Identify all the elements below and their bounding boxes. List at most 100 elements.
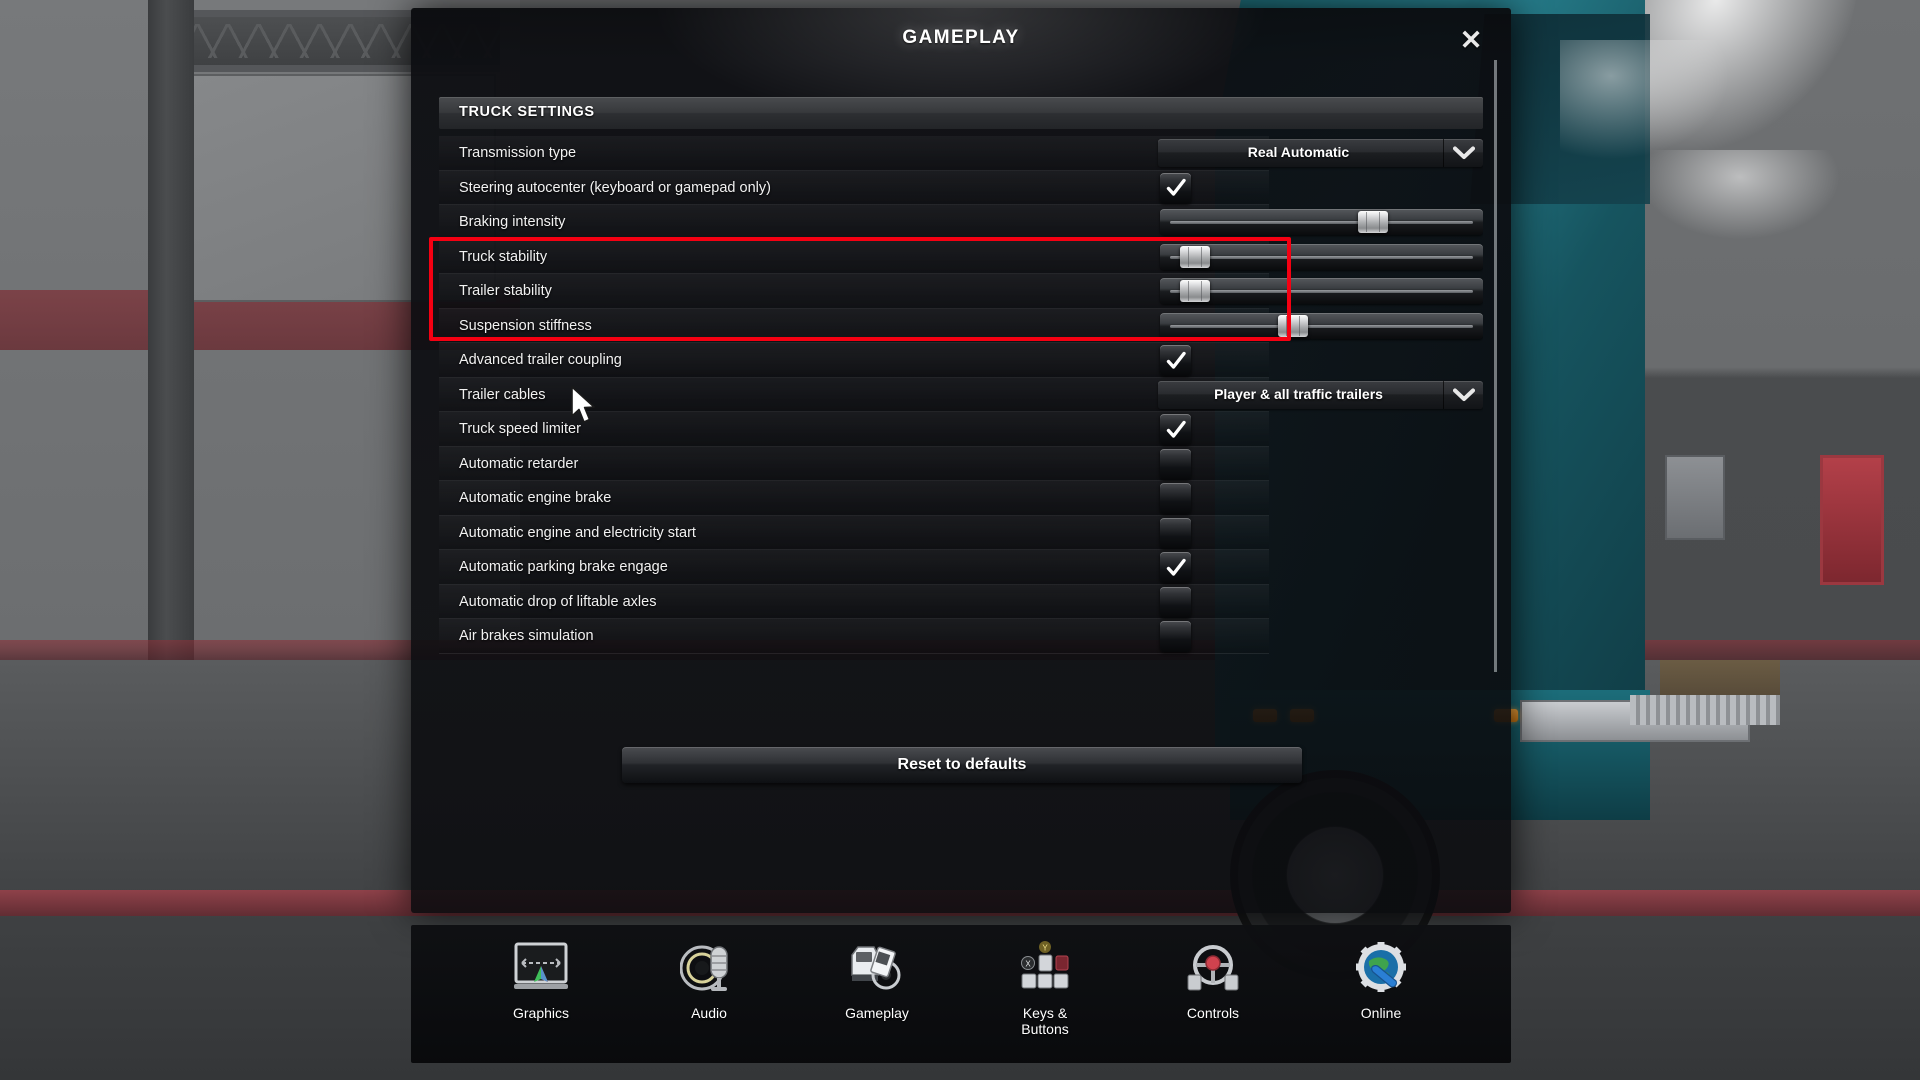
- check-icon: [1160, 414, 1191, 445]
- setting-label: Trailer cables: [459, 386, 546, 403]
- row-background: [439, 377, 1269, 412]
- globe-gear-icon[interactable]: [1350, 937, 1412, 999]
- setting-control: [1158, 240, 1483, 275]
- setting-row: Automatic engine and electricity start: [439, 515, 1483, 551]
- slider-track: [1170, 324, 1473, 328]
- section-header-truck-settings: TRUCK SETTINGS: [439, 97, 1483, 129]
- tab-label: Online: [1360, 1005, 1402, 1021]
- setting-label: Braking intensity: [459, 214, 566, 230]
- checkbox-automatic-parking-brake-engage[interactable]: [1160, 552, 1191, 583]
- setting-row: Air brakes simulation: [439, 619, 1483, 654]
- setting-control: Real Automatic: [1158, 136, 1483, 171]
- setting-control: [1158, 447, 1483, 482]
- check-icon: [1160, 173, 1191, 204]
- slider-track: [1170, 290, 1473, 293]
- tab-label: Keys & Buttons: [1021, 1005, 1069, 1038]
- slider-braking-intensity[interactable]: [1160, 209, 1483, 235]
- dropdown-transmission-type[interactable]: Real Automatic: [1158, 139, 1483, 167]
- setting-control: Player & all traffic trailers: [1158, 378, 1483, 413]
- dropdown-trailer-cables[interactable]: Player & all traffic trailers: [1158, 380, 1483, 409]
- setting-control: [1158, 343, 1483, 378]
- checkbox-truck-speed-limiter[interactable]: [1160, 414, 1191, 445]
- setting-label: Air brakes simulation: [459, 628, 594, 644]
- tab-label: Audio: [691, 1005, 727, 1021]
- checkbox-steering-autocenter-keyboard-or-gamepad-only-[interactable]: [1160, 172, 1191, 204]
- setting-control: [1158, 309, 1483, 344]
- setting-control: [1158, 585, 1483, 620]
- slider-trailer-stability[interactable]: [1160, 278, 1483, 304]
- slider-handle[interactable]: [1180, 280, 1211, 302]
- setting-label: Truck speed limiter: [459, 421, 581, 437]
- setting-row: Truck stability: [439, 239, 1483, 275]
- setting-row: Steering autocenter (keyboard or gamepad…: [439, 170, 1483, 206]
- checkbox-automatic-drop-of-liftable-axles[interactable]: [1160, 586, 1191, 618]
- monitor-icon[interactable]: [510, 937, 572, 999]
- steering-wheel-icon[interactable]: [1182, 937, 1244, 999]
- tab-keys-buttons[interactable]: Y X Keys & Buttons: [985, 937, 1105, 1037]
- reset-button-label: Reset to defaults: [897, 756, 1027, 773]
- chevron-down-icon[interactable]: [1443, 139, 1483, 167]
- tab-audio[interactable]: Audio: [649, 937, 769, 1021]
- setting-label: Automatic engine brake: [459, 490, 612, 506]
- tab-label: Gameplay: [845, 1005, 909, 1021]
- dialog-titlebar: GAMEPLAY ✕: [411, 8, 1511, 128]
- setting-control: [1158, 516, 1483, 551]
- slider-handle[interactable]: [1358, 211, 1389, 233]
- tab-controls[interactable]: Controls: [1153, 937, 1273, 1021]
- tab-online[interactable]: Online: [1321, 937, 1441, 1021]
- setting-control: [1158, 481, 1483, 516]
- slider-handle[interactable]: [1277, 314, 1308, 337]
- setting-label: Automatic engine and electricity start: [459, 524, 696, 541]
- setting-row: Automatic engine brake: [439, 481, 1483, 516]
- ceiling-light-secondary: [1640, 150, 1840, 240]
- reset-to-defaults-button[interactable]: Reset to defaults: [622, 747, 1302, 783]
- setting-row: Braking intensity: [439, 205, 1483, 240]
- truck-icon[interactable]: [846, 937, 908, 999]
- setting-control: [1158, 205, 1483, 240]
- section-header-label: TRUCK SETTINGS: [459, 104, 595, 120]
- slider-suspension-stiffness[interactable]: [1160, 312, 1483, 339]
- setting-row: Truck speed limiter: [439, 412, 1483, 447]
- checkbox-automatic-engine-brake[interactable]: [1160, 483, 1191, 514]
- wall-box: [1665, 455, 1725, 540]
- setting-row: Suspension stiffness: [439, 308, 1483, 344]
- close-icon[interactable]: ✕: [1453, 22, 1489, 58]
- checkbox-air-brakes-simulation[interactable]: [1160, 621, 1191, 652]
- setting-row: Transmission type Real Automatic: [439, 136, 1483, 171]
- settings-list: Transmission type Real Automatic Steering …: [439, 136, 1483, 671]
- setting-control: [1158, 619, 1483, 654]
- slider-track: [1170, 221, 1473, 224]
- tab-label: Controls: [1186, 1005, 1240, 1021]
- slider-handle[interactable]: [1180, 245, 1211, 268]
- checkbox-advanced-trailer-coupling[interactable]: [1160, 345, 1191, 376]
- keyboard-keys-icon[interactable]: YX: [1014, 937, 1076, 999]
- tab-graphics[interactable]: Graphics: [481, 937, 601, 1021]
- tab-gameplay[interactable]: Gameplay: [817, 937, 937, 1021]
- svg-text:Y: Y: [1042, 944, 1048, 953]
- page-title: GAMEPLAY: [902, 27, 1020, 48]
- setting-row: Automatic retarder: [439, 446, 1483, 482]
- scrollbar[interactable]: [1494, 60, 1497, 672]
- setting-label: Transmission type: [459, 145, 577, 161]
- setting-control: [1158, 171, 1483, 206]
- setting-row: Advanced trailer coupling: [439, 343, 1483, 378]
- checkbox-automatic-retarder[interactable]: [1160, 448, 1191, 480]
- slider-truck-stability[interactable]: [1160, 243, 1483, 270]
- truck-step-grate: [1630, 695, 1780, 725]
- svg-text:X: X: [1025, 960, 1031, 969]
- setting-row: Automatic drop of liftable axles: [439, 584, 1483, 620]
- chevron-down-icon[interactable]: [1443, 380, 1483, 409]
- setting-control: [1158, 412, 1483, 447]
- slider-track: [1170, 255, 1473, 259]
- setting-label: Truck stability: [459, 248, 548, 265]
- setting-label: Automatic drop of liftable axles: [459, 593, 657, 610]
- truck-highlight: [1560, 40, 1730, 160]
- checkbox-automatic-engine-and-electricity-start[interactable]: [1160, 517, 1191, 549]
- setting-label: Steering autocenter (keyboard or gamepad…: [459, 179, 771, 196]
- microphone-icon[interactable]: [678, 937, 740, 999]
- row-background: [439, 274, 1269, 309]
- dropdown-value: Real Automatic: [1247, 144, 1350, 160]
- setting-label: Advanced trailer coupling: [459, 352, 622, 368]
- check-icon: [1160, 552, 1191, 583]
- setting-label: Automatic retarder: [459, 455, 579, 472]
